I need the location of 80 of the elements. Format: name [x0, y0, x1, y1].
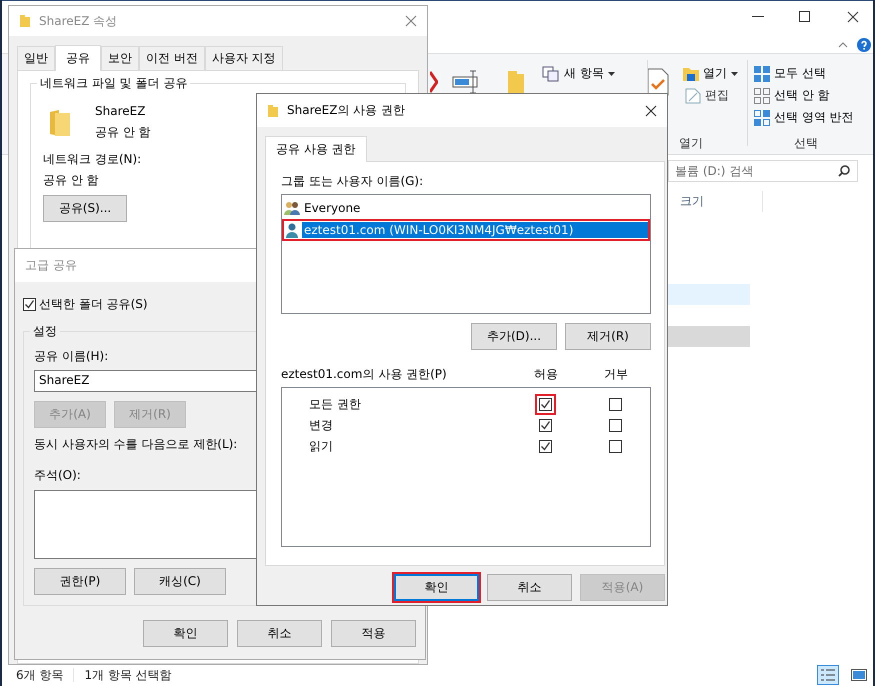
checkbox[interactable] [538, 419, 552, 432]
users-label: 그룹 또는 사용자 이름(G): [281, 173, 424, 190]
details-view-icon[interactable] [817, 665, 839, 685]
button[interactable]: 추가(D)... [471, 323, 557, 350]
button[interactable]: 취소 [487, 574, 572, 601]
checklist-icon[interactable] [647, 68, 669, 96]
group-title: 설정 [30, 323, 60, 340]
window-title: 고급 공유 [25, 257, 77, 274]
checkbox-label: 선택한 폴더 공유(S) [39, 296, 148, 313]
new-item-icon [542, 66, 560, 82]
group-title: 네트워크 파일 및 폴더 공유 [37, 75, 190, 92]
search-icon [838, 165, 850, 177]
rename-icon[interactable] [452, 69, 480, 95]
share-name-label: 공유 이름(H): [34, 348, 108, 365]
tab[interactable]: 공유 [55, 45, 101, 71]
open-folder-icon [683, 66, 699, 81]
select-none-icon [754, 88, 770, 104]
users-icon [284, 200, 301, 216]
invert-selection-icon [754, 110, 770, 126]
close-icon[interactable] [645, 104, 657, 116]
checkbox[interactable] [23, 298, 36, 311]
network-path: 공유 안 함 [43, 172, 99, 189]
tab[interactable]: 사용자 지정 [204, 46, 283, 70]
chevron-up-icon[interactable] [838, 42, 848, 48]
button[interactable]: 확인 [143, 620, 228, 647]
permission-name: 읽기 [309, 438, 334, 455]
help-icon[interactable] [857, 38, 871, 52]
selection-count: 1개 항목 선택함 [84, 666, 172, 684]
column-header: 허용 [533, 366, 559, 383]
open-button[interactable]: 열기 [703, 65, 727, 82]
tab[interactable]: 일반 [17, 46, 55, 70]
button[interactable]: 캐싱(C) [134, 568, 226, 595]
tab[interactable]: 공유 사용 권한 [265, 136, 367, 162]
edit-icon [685, 88, 701, 104]
permission-name: 모든 권한 [309, 396, 362, 413]
folder-name: ShareEZ [95, 104, 146, 118]
comment-label: 주석(O): [34, 467, 81, 484]
folder-icon [49, 108, 71, 136]
share-status: 공유 안 함 [95, 124, 151, 141]
new-item-button[interactable]: 새 항목 [564, 65, 604, 82]
select-all-icon [754, 66, 770, 82]
folder-icon [267, 104, 279, 118]
button[interactable]: 취소 [237, 620, 322, 647]
column-header: 거부 [603, 366, 629, 383]
dropdown-icon [731, 72, 738, 76]
group-label: 선택 [794, 135, 818, 152]
permission-name: 변경 [309, 417, 334, 434]
user-list-item[interactable]: Everyone [302, 200, 648, 216]
checkbox[interactable] [538, 440, 552, 453]
window-title: ShareEZ의 사용 권한 [287, 102, 406, 119]
button[interactable]: 확인 [394, 574, 479, 601]
close-icon[interactable] [847, 11, 859, 23]
minimize-icon[interactable] [752, 16, 764, 18]
user-icon [284, 222, 301, 238]
window-title: ShareEZ 속성 [39, 12, 118, 30]
checkbox[interactable] [608, 398, 622, 411]
select-none-button[interactable]: 선택 안 함 [774, 87, 830, 104]
share-button[interactable]: 공유(S)... [43, 195, 127, 222]
user-list-item[interactable]: eztest01.com (WIN-LO0KI3NM4JG₩eztest01) [302, 222, 648, 238]
button[interactable]: 적용 [331, 620, 416, 647]
thumbnail-view-icon[interactable] [849, 667, 869, 683]
limit-label: 동시 사용자의 수를 다음으로 제한(L): [34, 436, 238, 453]
folder-icon[interactable] [507, 69, 525, 95]
button[interactable]: 권한(P) [34, 568, 126, 595]
folder-icon [19, 14, 31, 28]
item-count: 6개 항목 [16, 666, 64, 684]
dropdown-icon [608, 72, 615, 76]
search-field[interactable]: 볼륨 (D:) 검색 [668, 160, 858, 182]
checkbox[interactable] [538, 398, 552, 411]
group-label: 열기 [679, 135, 703, 152]
button[interactable]: 제거(R) [565, 323, 651, 350]
select-all-button[interactable]: 모두 선택 [774, 65, 826, 82]
edit-button[interactable]: 편집 [705, 87, 729, 104]
tab[interactable]: 이전 버전 [139, 46, 205, 70]
maximize-icon[interactable] [799, 11, 811, 23]
network-path-label: 네트워크 경로(N): [43, 151, 142, 168]
invert-selection-button[interactable]: 선택 영역 반전 [774, 109, 854, 126]
checkbox[interactable] [608, 440, 622, 453]
tab[interactable]: 보안 [101, 46, 139, 70]
checkbox[interactable] [608, 419, 622, 432]
